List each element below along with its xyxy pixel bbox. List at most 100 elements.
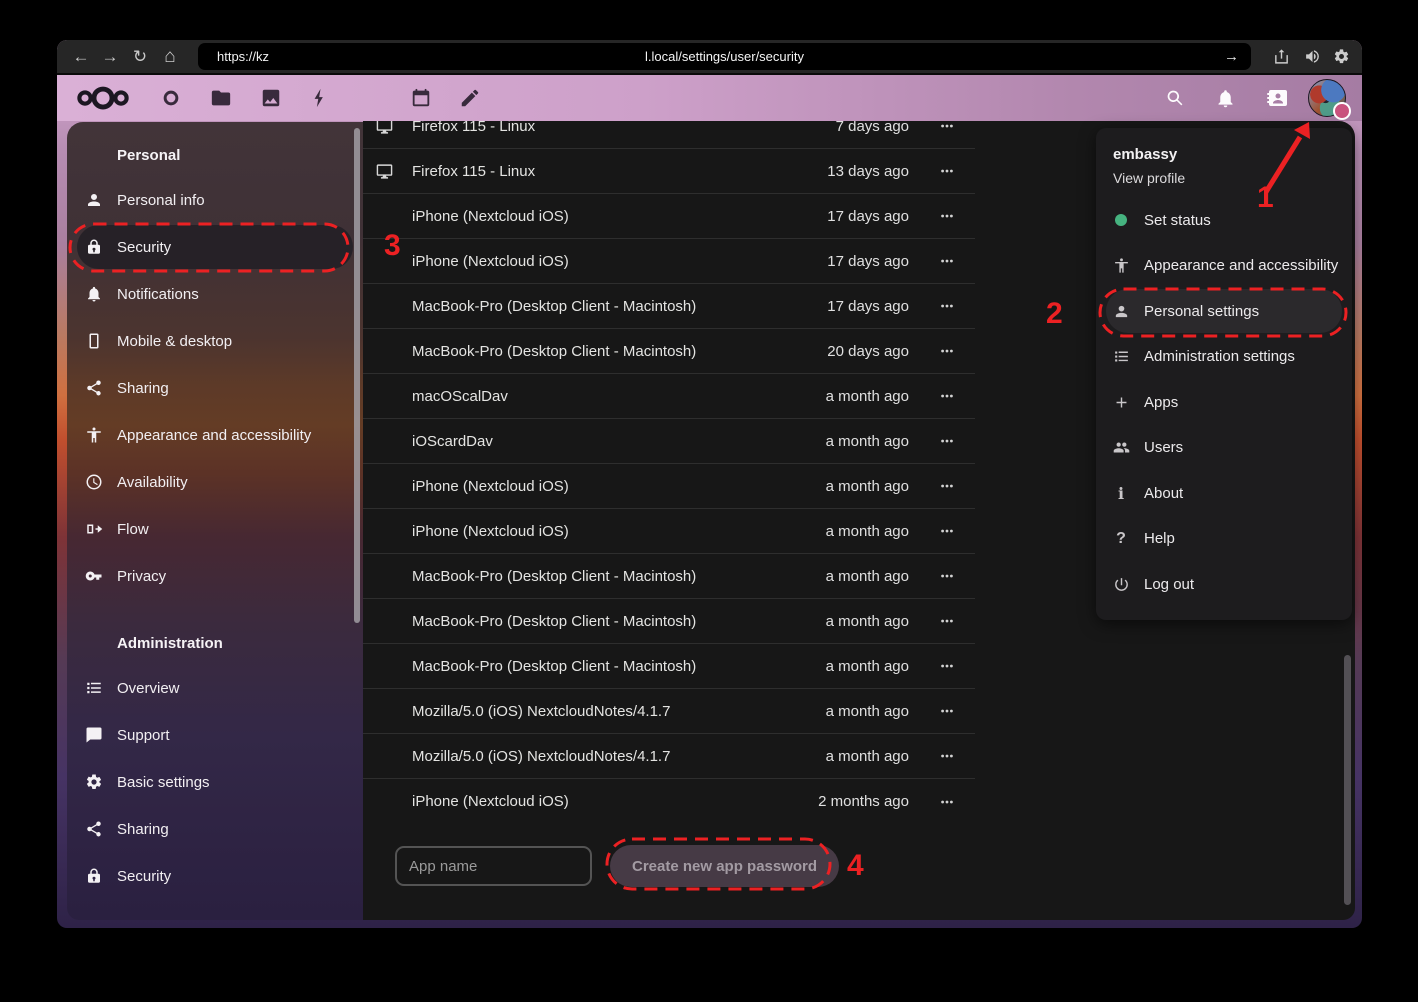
- appbar-folder-button[interactable]: [210, 87, 232, 109]
- search-button[interactable]: [1163, 86, 1187, 110]
- session-actions-button[interactable]: [919, 149, 975, 193]
- sidebar-item-sharing[interactable]: Sharing: [77, 366, 353, 410]
- forward-button[interactable]: →: [96, 40, 124, 73]
- session-device-name: iPhone (Nextcloud iOS): [412, 523, 826, 540]
- session-device-name: iPhone (Nextcloud iOS): [412, 208, 827, 225]
- session-last-activity: 17 days ago: [827, 298, 909, 315]
- sidebar-item-sharing[interactable]: Sharing: [77, 807, 353, 851]
- browser-settings-button[interactable]: [1327, 40, 1355, 73]
- reload-button[interactable]: ↻: [126, 40, 154, 73]
- session-row: Firefox 115 - Linux7 days ago: [363, 121, 975, 149]
- appbar-activity-button[interactable]: [310, 87, 332, 109]
- share-icon: [85, 379, 103, 397]
- activity-icon: [310, 87, 332, 109]
- mobile-icon: [85, 332, 103, 350]
- session-last-activity: 2 months ago: [818, 793, 909, 810]
- appbar-calendar-button[interactable]: [410, 87, 432, 109]
- sidebar-item-privacy[interactable]: Privacy: [77, 554, 353, 598]
- user-menu-item-help[interactable]: ?Help: [1106, 517, 1342, 561]
- key-icon: [85, 567, 103, 585]
- session-actions-button[interactable]: [919, 121, 975, 148]
- bell-icon: [1215, 88, 1236, 109]
- session-actions-button[interactable]: [919, 374, 975, 418]
- sidebar-item-support[interactable]: Support: [77, 713, 353, 757]
- search-icon: [1165, 88, 1186, 109]
- user-menu-item-about[interactable]: iAbout: [1106, 471, 1342, 515]
- sidebar-item-appearance-and-accessibility[interactable]: Appearance and accessibility: [77, 413, 353, 457]
- session-last-activity: a month ago: [826, 703, 909, 720]
- session-device-name: iPhone (Nextcloud iOS): [412, 478, 826, 495]
- session-device-name: iOScardDav: [412, 433, 826, 450]
- monitor-icon: [376, 121, 393, 135]
- dots-icon: [937, 701, 957, 721]
- user-menu-item-users[interactable]: Users: [1106, 426, 1342, 470]
- mute-button[interactable]: [1298, 40, 1326, 73]
- session-actions-button[interactable]: [919, 599, 975, 643]
- session-actions-button[interactable]: [919, 419, 975, 463]
- dots-icon: [937, 656, 957, 676]
- session-last-activity: 7 days ago: [836, 121, 909, 135]
- dots-icon: [937, 611, 957, 631]
- appbar-ring-button[interactable]: [160, 87, 182, 109]
- sidebar-scrollbar[interactable]: [354, 128, 360, 623]
- session-device-name: MacBook-Pro (Desktop Client - Macintosh): [412, 658, 826, 675]
- session-actions-button[interactable]: [919, 689, 975, 733]
- sidebar-item-overview[interactable]: Overview: [77, 666, 353, 710]
- cog-icon: [1333, 48, 1350, 65]
- session-actions-button[interactable]: [919, 734, 975, 778]
- back-arrow-icon: ←: [73, 47, 90, 67]
- session-actions-button[interactable]: [919, 464, 975, 508]
- dots-icon: [937, 296, 957, 316]
- home-button[interactable]: ⌂: [156, 40, 184, 73]
- page-scrollbar[interactable]: [1344, 655, 1351, 905]
- session-row: iOScardDava month ago: [363, 419, 975, 464]
- appbar-notes-button[interactable]: [459, 87, 481, 109]
- listbox-icon: [85, 679, 103, 697]
- session-actions-button[interactable]: [919, 509, 975, 553]
- session-last-activity: a month ago: [826, 658, 909, 675]
- session-actions-button[interactable]: [919, 644, 975, 688]
- sidebar-section-header: Administration: [67, 626, 363, 660]
- dots-icon: [937, 341, 957, 361]
- contacts-menu-button[interactable]: [1265, 86, 1289, 110]
- session-actions-button[interactable]: [919, 554, 975, 598]
- back-button[interactable]: ←: [67, 40, 95, 73]
- session-actions-button[interactable]: [919, 780, 975, 824]
- user-menu-item-appearance-and-accessibility[interactable]: Appearance and accessibility: [1106, 244, 1342, 288]
- sidebar-item-mobile-desktop[interactable]: Mobile & desktop: [77, 319, 353, 363]
- session-device-name: Mozilla/5.0 (iOS) NextcloudNotes/4.1.7: [412, 748, 826, 765]
- session-last-activity: a month ago: [826, 478, 909, 495]
- sidebar-item-security[interactable]: Security: [77, 854, 353, 898]
- session-actions-button[interactable]: [919, 194, 975, 238]
- session-actions-button[interactable]: [919, 239, 975, 283]
- speaker-icon: [1304, 48, 1321, 65]
- user-menu-item-apps[interactable]: Apps: [1106, 380, 1342, 424]
- session-actions-button[interactable]: [919, 329, 975, 373]
- app-name-input[interactable]: [395, 846, 592, 886]
- session-actions-button[interactable]: [919, 284, 975, 328]
- sidebar-item-label: Overview: [117, 680, 180, 697]
- nextcloud-logo-icon[interactable]: [76, 84, 130, 112]
- sidebar-item-personal-info[interactable]: Personal info: [77, 178, 353, 222]
- address-bar[interactable]: https://kz l.local/settings/user/securit…: [198, 43, 1251, 70]
- dots-icon: [937, 476, 957, 496]
- appbar-contacts-button[interactable]: [361, 87, 383, 109]
- session-device-name: MacBook-Pro (Desktop Client - Macintosh): [412, 298, 827, 315]
- sidebar-item-basic-settings[interactable]: Basic settings: [77, 760, 353, 804]
- session-device-name: macOScalDav: [412, 388, 826, 405]
- sidebar-item-flow[interactable]: Flow: [77, 507, 353, 551]
- sidebar-item-label: Appearance and accessibility: [117, 427, 311, 444]
- share-page-button[interactable]: [1267, 40, 1295, 73]
- user-menu-item-administration-settings[interactable]: Administration settings: [1106, 335, 1342, 379]
- session-last-activity: a month ago: [826, 523, 909, 540]
- sidebar-item-label: Mobile & desktop: [117, 333, 232, 350]
- notifications-button[interactable]: [1213, 86, 1237, 110]
- user-menu-item-label: Administration settings: [1144, 348, 1295, 365]
- appbar-photos-button[interactable]: [260, 87, 282, 109]
- go-arrow-icon[interactable]: →: [1224, 43, 1239, 70]
- user-menu-item-log-out[interactable]: Log out: [1106, 562, 1342, 606]
- sidebar-item-notifications[interactable]: Notifications: [77, 272, 353, 316]
- photos-icon: [260, 87, 282, 109]
- sidebar-item-availability[interactable]: Availability: [77, 460, 353, 504]
- cog-icon: [85, 773, 103, 791]
